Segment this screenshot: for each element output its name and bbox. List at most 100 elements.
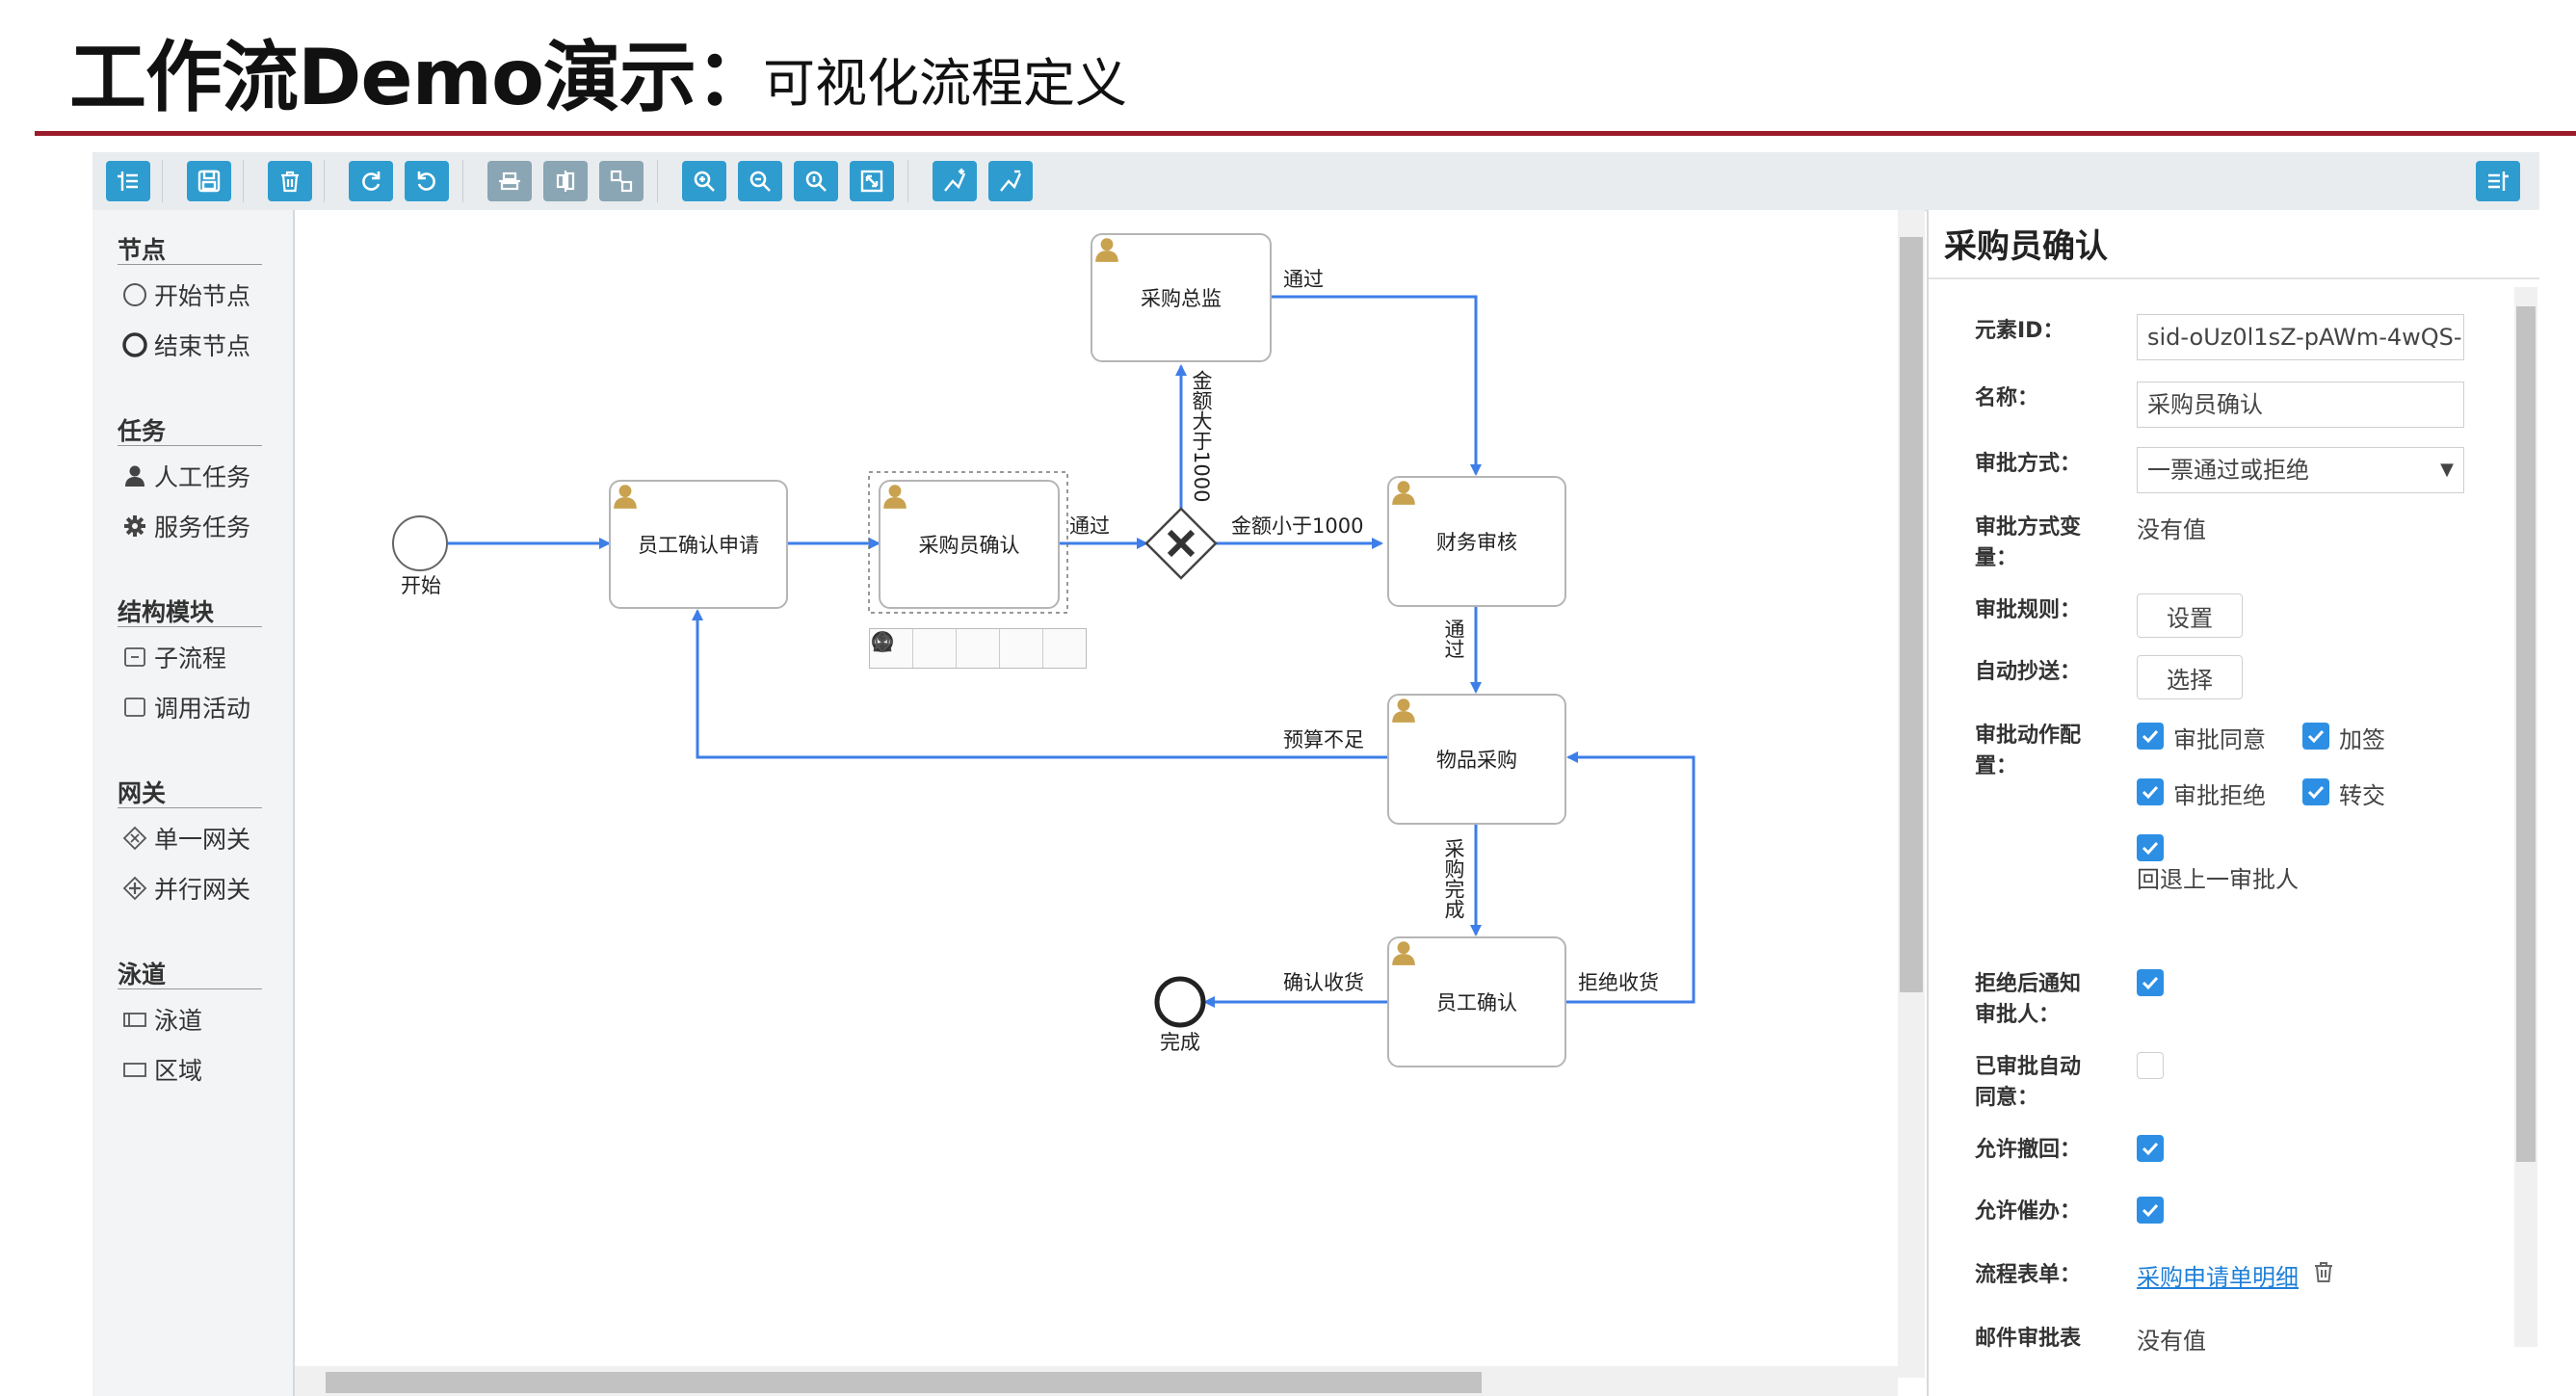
user-task-icon [1392,941,1415,965]
align-horizontal-button[interactable] [543,161,588,201]
flow-label: 采购完成 [1442,838,1465,919]
approve-rule-settings-button[interactable]: 设置 [2137,593,2243,638]
flow-connectors [392,295,1695,1028]
allow-urge-label: 允许催办： [1975,1199,2082,1224]
same-size-icon [610,170,633,193]
palette-item-exclusive-gateway[interactable]: 单一网关 [121,821,250,856]
end-event[interactable] [1154,976,1206,1028]
palette-item-service-task[interactable]: 服务任务 [121,509,250,543]
auto-agree-checkbox[interactable] [2137,1052,2164,1079]
flow-t6-to-t5 [1564,751,1695,1004]
element-id-field[interactable]: sid-oUz0l1sZ-pAWm-4wQS- [2137,314,2464,360]
task-node[interactable]: 员工确认 [1387,936,1566,1067]
properties-vertical-scroll-thumb[interactable] [2516,306,2536,1162]
start-event[interactable] [392,515,448,571]
bend-add-button[interactable] [933,161,977,201]
palette-group-title: 节点 [118,236,167,264]
align-vertical-button[interactable] [487,161,532,201]
approve-mode-select[interactable]: 一票通过或拒绝 ▼ [2137,447,2464,493]
palette-item-user-task[interactable]: 人工任务 [121,459,250,493]
action-add-sign-checkbox[interactable] [2302,723,2329,750]
trash-icon [2315,1262,2332,1282]
zoom-actual-button[interactable] [794,161,838,201]
context-add-end-event-button[interactable] [872,629,1000,668]
same-size-button[interactable] [599,161,644,201]
auto-cc-select-button[interactable]: 选择 [2137,655,2243,699]
auto-agree-label: 已审批自动同意： [1975,1055,2082,1110]
name-label: 名称： [1975,386,2039,410]
check-icon [2142,841,2159,856]
flow-t3-to-t4 [1272,295,1482,476]
check-icon [2142,729,2159,744]
zoom-out-button[interactable] [738,161,782,201]
context-connect-button[interactable] [874,629,1086,668]
context-add-user-task-button[interactable] [873,629,957,668]
form-delete-button[interactable] [2310,1258,2337,1285]
approve-actions-label: 审批动作配置： [1975,724,2082,778]
palette-toggle-icon [118,171,138,191]
allow-urge-checkbox[interactable] [2137,1197,2164,1224]
canvas-horizontal-scroll-thumb[interactable] [326,1372,1482,1393]
palette-toggle-button[interactable] [106,161,150,201]
palette-item-subprocess[interactable]: 子流程 [121,640,226,674]
palette-group-title: 任务 [118,417,167,445]
exclusive-gateway[interactable] [1144,507,1218,580]
properties-toggle-icon [2488,171,2509,191]
check-icon [2142,1142,2159,1156]
palette-item-parallel-gateway[interactable]: 并行网关 [121,871,250,906]
user-task-icon [614,485,637,509]
flow-label: 预算不足 [1283,728,1364,751]
user-task-icon [1392,698,1415,723]
palette-item-end-event[interactable]: 结束节点 [121,328,250,362]
name-field[interactable]: 采购员确认 [2137,382,2464,428]
allow-withdraw-label: 允许撤回： [1975,1138,2082,1162]
task-node[interactable]: 物品采购 [1387,694,1566,825]
action-agree-checkbox[interactable] [2137,723,2164,750]
user-task-icon [1392,481,1415,505]
save-button[interactable] [187,161,231,201]
action-transfer-label: 转交 [2339,782,2385,809]
check-icon [2307,729,2325,744]
canvas-vertical-scroll-thumb[interactable] [1900,237,1923,992]
notify-after-reject-checkbox[interactable] [2137,969,2164,996]
bend-remove-button[interactable] [988,161,1033,201]
palette-group-title: 网关 [118,779,167,807]
subprocess-icon [124,647,145,667]
action-back-checkbox[interactable] [2137,834,2164,861]
palette-item-start-event[interactable]: 开始节点 [121,277,250,312]
user-task-icon [1095,238,1118,262]
check-icon [2142,785,2159,800]
undo-button[interactable] [405,161,449,201]
task-node[interactable]: 员工确认申请 [609,480,788,609]
action-transfer-checkbox[interactable] [2302,778,2329,805]
process-form-link[interactable]: 采购申请单明细 [2137,1258,2299,1292]
action-add-sign-label: 加签 [2339,726,2385,753]
bend-add-icon [944,169,966,192]
palette-item-call-activity[interactable]: 调用活动 [121,690,250,724]
pool-icon [123,1063,146,1077]
zoom-in-button[interactable] [682,161,726,201]
flow-label: 拒绝收货 [1578,971,1659,994]
zoom-fit-icon [860,170,883,193]
zoom-out-icon [749,171,771,192]
redo-button[interactable] [349,161,393,201]
task-node[interactable]: 财务审核 [1387,476,1566,607]
flow-label: 确认收货 [1283,971,1364,994]
allow-withdraw-checkbox[interactable] [2137,1135,2164,1162]
context-add-gateway-button[interactable] [871,629,1043,668]
approve-var-label: 审批方式变量： [1975,515,2082,570]
flow-label: 通过 [1069,514,1110,538]
process-form-label: 流程表单： [1975,1263,2082,1287]
palette-item-pool[interactable]: 区域 [121,1052,202,1087]
end-event-icon [122,332,147,357]
node-context-menu [869,628,1087,669]
zoom-fit-button[interactable] [850,161,894,201]
title-divider [35,131,2576,136]
task-node-selected[interactable]: 采购员确认 [879,480,1060,609]
properties-toggle-button[interactable] [2476,161,2520,201]
delete-button[interactable] [268,161,312,201]
action-reject-checkbox[interactable] [2137,778,2164,805]
diagram-canvas[interactable]: 员工确认申请 采购员确认 采购总监 财务审核 物品采购 员工确认 开始 完成 通… [295,210,1898,1378]
palette-item-lane[interactable]: 泳道 [121,1002,202,1037]
task-node[interactable]: 采购总监 [1091,233,1272,362]
